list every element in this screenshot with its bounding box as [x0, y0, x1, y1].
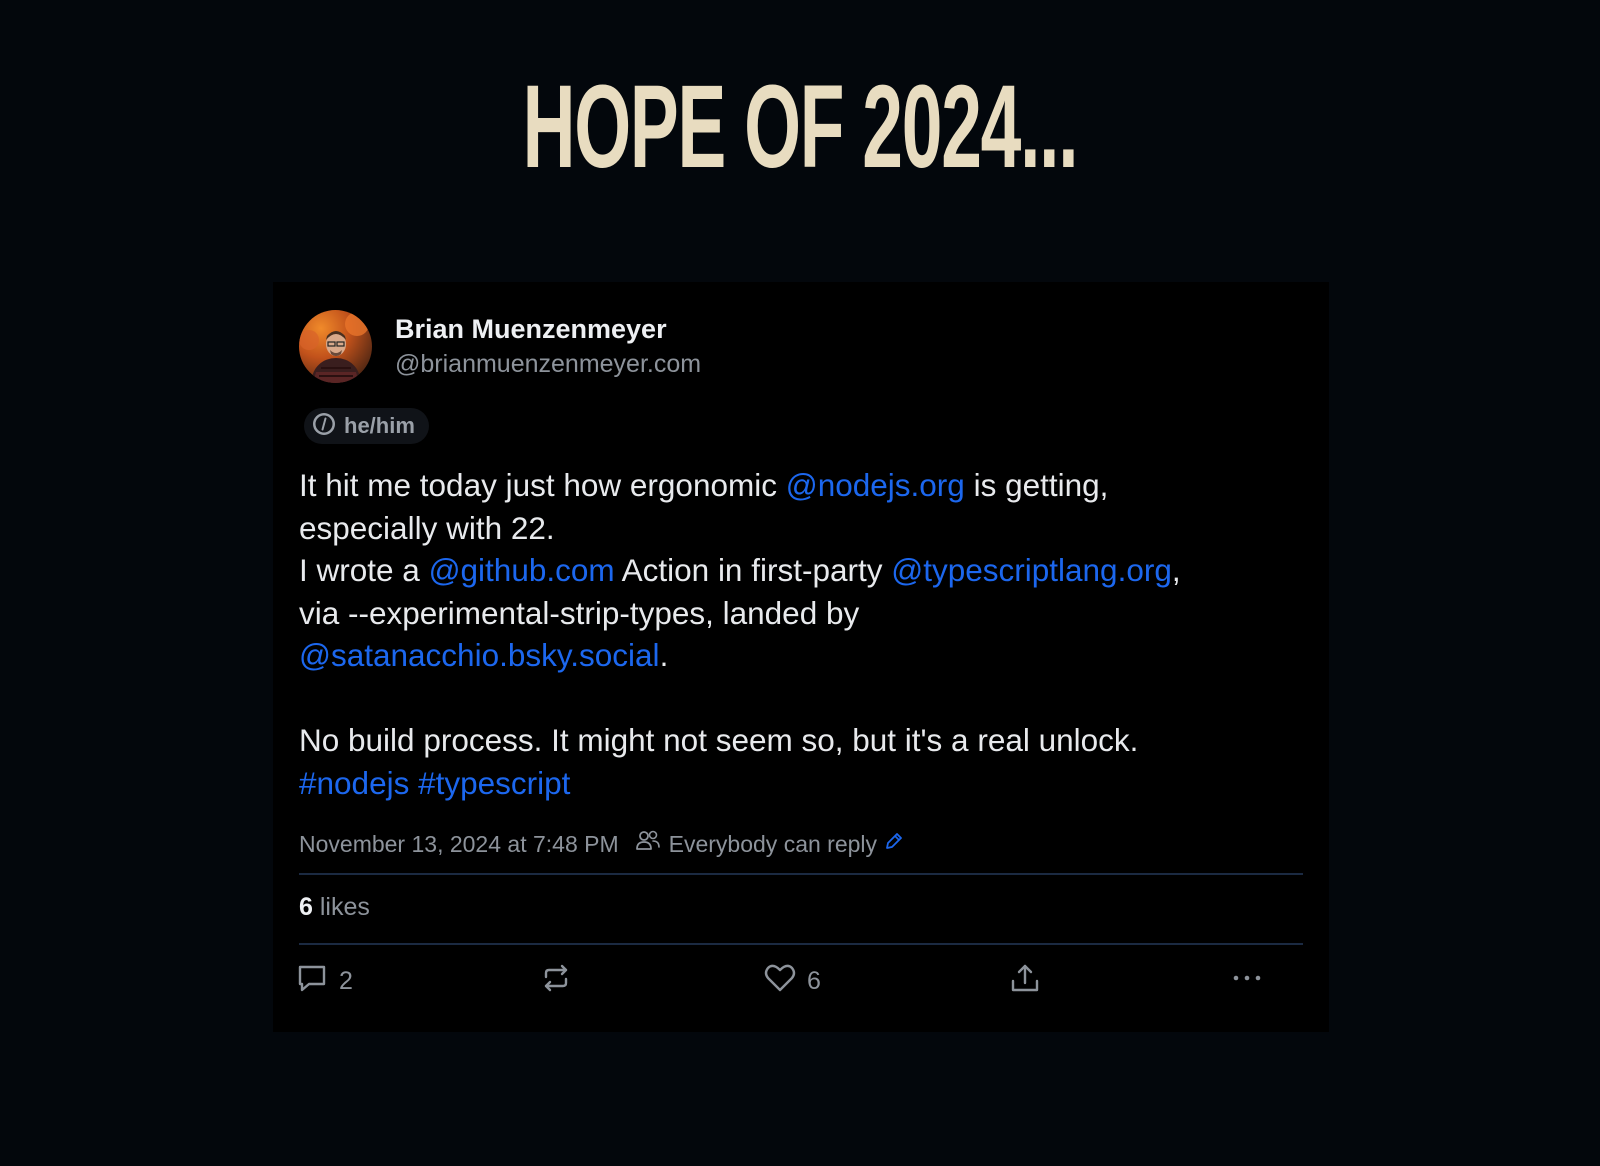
- reply-button[interactable]: 2: [295, 963, 353, 999]
- post-text: It hit me today just how ergonomic: [299, 467, 786, 503]
- like-count: 6: [807, 966, 821, 995]
- likes-summary[interactable]: 6 likes: [299, 890, 370, 924]
- pronouns-icon: [312, 412, 336, 441]
- post-line: #nodejs #typescript: [299, 762, 1309, 805]
- mention-link-typescript[interactable]: @typescriptlang.org: [891, 552, 1172, 588]
- post-body: It hit me today just how ergonomic @node…: [299, 464, 1309, 804]
- post-meta: November 13, 2024 at 7:48 PM Everybody c…: [299, 828, 905, 860]
- author-handle[interactable]: @brianmuenzenmeyer.com: [395, 348, 701, 380]
- post-line: No build process. It might not seem so, …: [299, 722, 1139, 758]
- post-line: It hit me today just how ergonomic @node…: [299, 464, 1309, 507]
- post-timestamp[interactable]: November 13, 2024 at 7:48 PM: [299, 831, 619, 858]
- divider: [299, 873, 1303, 875]
- reply-count: 2: [339, 966, 353, 995]
- pronouns-label: he/him: [344, 413, 415, 438]
- author-display-name[interactable]: Brian Muenzenmeyer: [395, 312, 667, 346]
- post-text: I wrote a: [299, 552, 429, 588]
- hashtag-typescript[interactable]: #typescript: [418, 765, 570, 801]
- more-icon: [1230, 961, 1264, 1002]
- repost-button[interactable]: [539, 963, 573, 999]
- hashtag-nodejs[interactable]: #nodejs: [299, 765, 409, 801]
- likes-label: likes: [319, 893, 370, 921]
- like-button[interactable]: 6: [763, 963, 821, 999]
- post-text: ,: [1171, 552, 1181, 588]
- pronouns-badge: he/him: [304, 408, 429, 444]
- people-icon: [635, 829, 661, 859]
- share-icon: [1008, 961, 1042, 1002]
- post-text: .: [659, 637, 669, 673]
- post-text: is getting,: [964, 467, 1109, 503]
- slide-title: HOPE OF 2024...: [522, 61, 1079, 193]
- repost-icon: [539, 961, 573, 1002]
- likes-count: 6: [299, 893, 313, 921]
- mention-link-github[interactable]: @github.com: [429, 552, 615, 588]
- post-line: especially with 22.: [299, 509, 555, 546]
- post-line: @satanacchio.bsky.social.: [299, 634, 1309, 677]
- heart-icon: [763, 961, 797, 1002]
- divider: [299, 943, 1303, 945]
- post-line: via --experimental-strip-types, landed b…: [299, 594, 860, 631]
- more-options-button[interactable]: [1230, 963, 1264, 999]
- avatar[interactable]: [299, 310, 372, 383]
- reply-icon: [295, 961, 329, 1002]
- reply-setting[interactable]: Everybody can reply: [669, 831, 877, 858]
- mention-link-nodejs[interactable]: @nodejs.org: [786, 467, 965, 503]
- post-card: Brian Muenzenmeyer @brianmuenzenmeyer.co…: [273, 282, 1329, 1032]
- mention-link-satanacchio[interactable]: @satanacchio.bsky.social: [299, 637, 660, 673]
- share-button[interactable]: [1008, 963, 1042, 999]
- edit-pencil-icon[interactable]: [883, 830, 905, 858]
- post-text: Action in first-party: [614, 552, 892, 588]
- post-line: I wrote a @github.com Action in first-pa…: [299, 549, 1309, 592]
